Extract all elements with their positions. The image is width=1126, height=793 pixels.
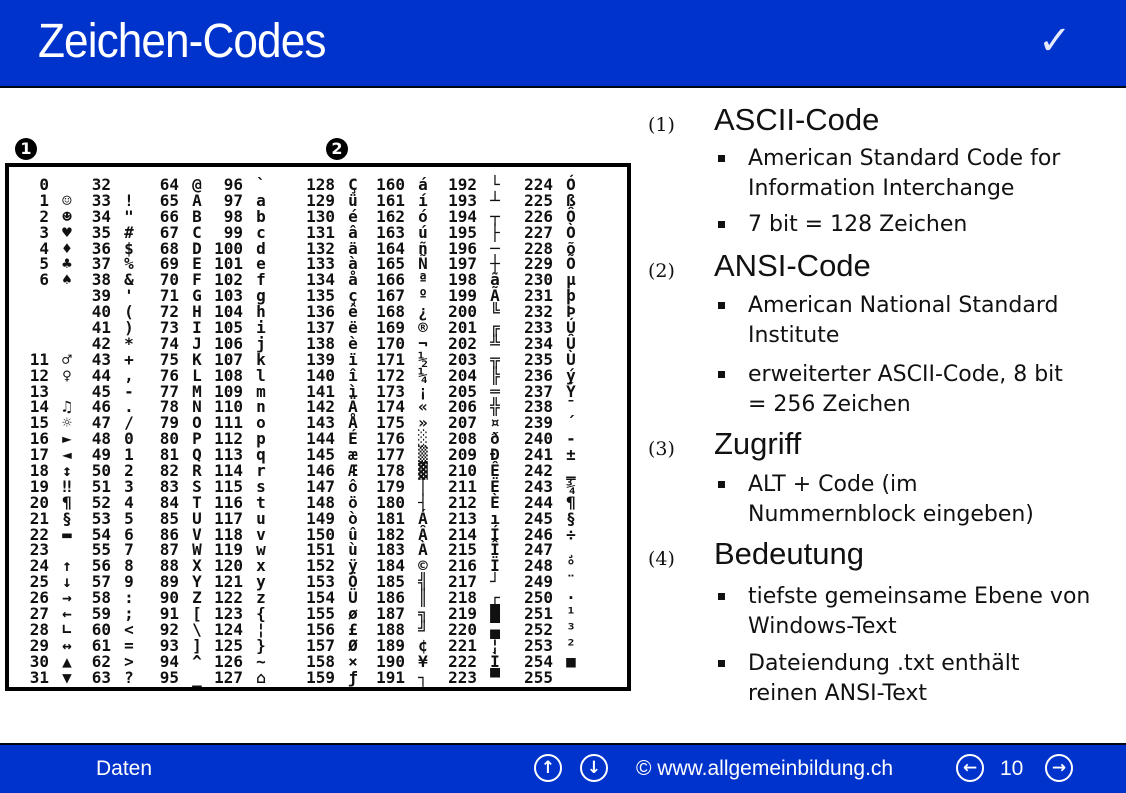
- code-column: 96 ` 97 a 98 b 99 c 100 d 101 e 102 f 103 g 104 h 105 i 106 j…: [203, 177, 273, 686]
- code-column: 192 └ 193 ┴ 194 ┬ 195 ├ 196 ─ 197 ┼ 198 ã 199 Ã 200 ╚ 201 ╔…: [437, 177, 507, 686]
- code-number: [9, 320, 49, 336]
- code-column: 0 1 ☺ 2 ☻ 3 ♥ 4 ♦ 5 ♣ 6 ♠ 11 ♂ 12 ♀ 13 14 ♫ 15 ☼ 16 ► 17 ◄ 18 ↕ 19 ‼ 2…: [9, 177, 79, 686]
- section-heading: ASCII-Code: [714, 102, 880, 137]
- bullet-square-icon: [718, 660, 725, 667]
- code-number: 255: [524, 667, 553, 687]
- code-number: [9, 304, 49, 320]
- section-index: (4): [648, 548, 675, 570]
- code-row: 191 ┐: [365, 667, 435, 687]
- code-row: 223 ▀: [437, 667, 507, 687]
- bullet-square-icon: [718, 371, 725, 378]
- bullet-item: erweiterter ASCII-Code, 8 bit = 256 Zeic…: [718, 360, 1078, 420]
- marker-ascii: 1: [15, 138, 37, 160]
- code-row: [9, 304, 79, 320]
- bullet-text: tiefste gemeinsame Ebene von Windows-Tex…: [748, 584, 1091, 639]
- code-row: 63?: [71, 667, 141, 687]
- bullet-text: erweiterter ASCII-Code, 8 bit = 256 Zeic…: [748, 362, 1063, 417]
- code-character: ?: [124, 667, 134, 687]
- bullet-text: 7 bit = 128 Zeichen: [748, 212, 968, 237]
- bullet-item: American National Standard Institute: [718, 291, 1118, 351]
- code-number: 95: [159, 667, 179, 687]
- code-character: ┐: [418, 667, 428, 687]
- bullet-item: Dateiendung .txt enthält reinen ANSI-Tex…: [718, 649, 1088, 709]
- footer-bar: Daten ↑ ↓ © www.allgemeinbildung.ch ← 10…: [0, 743, 1126, 793]
- code-character: ▀: [490, 667, 500, 687]
- code-row: [9, 320, 79, 336]
- character-code-table: 0 1 ☺ 2 ☻ 3 ♥ 4 ♦ 5 ♣ 6 ♠ 11 ♂ 12 ♀ 13 14 ♫ 15 ☼ 16 ► 17 ◄ 18 ↕ 19 ‼ 2…: [5, 163, 631, 691]
- code-character: ⌂: [256, 667, 266, 687]
- next-page-icon[interactable]: →: [1045, 754, 1073, 782]
- previous-page-icon[interactable]: ←: [956, 754, 984, 782]
- check-icon: ✓: [1038, 18, 1072, 64]
- section-index: (2): [648, 260, 675, 282]
- section-heading: ANSI-Code: [714, 248, 871, 283]
- section-heading: Zugriff: [714, 426, 802, 461]
- code-row: 31 ▼: [9, 667, 79, 687]
- header-bar: Zeichen-Codes ✓: [0, 0, 1126, 88]
- page-number: 10: [1000, 757, 1024, 780]
- bullet-square-icon: [718, 593, 725, 600]
- section-heading: Bedeutung: [714, 536, 864, 571]
- section-index: (1): [648, 114, 675, 136]
- bullet-text: Dateiendung .txt enthält reinen ANSI-Tex…: [748, 651, 1020, 706]
- up-arrow-icon[interactable]: ↑: [534, 754, 562, 782]
- code-number: 127: [214, 667, 243, 687]
- code-row: 6 ♠: [9, 272, 79, 288]
- section-index: (3): [648, 438, 675, 460]
- code-column: 32 33! 34 " 35 #36 $37% 38 & 39 ' 40(41) 42 * 43 +44, 45…: [71, 177, 141, 686]
- code-character: [559, 670, 583, 686]
- bullet-text: American Standard Code for Information I…: [748, 146, 1061, 201]
- code-column: 160 á 161 í 162 ó 163 ú 164 ñ 165 Ñ 166 ª 167 º 168 ¿ 169 ®…: [365, 177, 435, 686]
- code-number: 223: [448, 667, 477, 687]
- code-number: [9, 288, 49, 304]
- bullet-square-icon: [718, 481, 725, 488]
- code-number: 159: [306, 667, 335, 687]
- bullet-square-icon: [718, 302, 725, 309]
- down-arrow-icon[interactable]: ↓: [580, 754, 608, 782]
- code-column: 64 @65 A 66 B 67 C 68 D 69 E 70 F 71 G 72 H 73 I 74 J 75 K 76 L 7…: [139, 177, 209, 686]
- code-character: ■: [566, 651, 576, 671]
- code-number: 63: [91, 667, 111, 687]
- bullet-square-icon: [718, 221, 725, 228]
- code-row: 159 ƒ: [295, 667, 365, 687]
- marker-ansi: 2: [326, 138, 348, 160]
- bullet-text: ALT + Code (im Nummernblock eingeben): [748, 472, 1034, 527]
- code-number: 31: [29, 667, 49, 687]
- bullet-item: 7 bit = 128 Zeichen: [718, 210, 1118, 240]
- code-column: 224 Ó 225 ß 226 Ô 227 Ò 228 õ 229 Õ 230 µ 231 þ 232 Þ 233 Ú…: [513, 177, 583, 686]
- bullet-item: American Standard Code for Information I…: [718, 144, 1118, 204]
- footer-section-link[interactable]: Daten: [96, 757, 152, 781]
- code-character: ƒ: [348, 667, 358, 687]
- code-row: 95 _: [139, 667, 209, 687]
- bullet-text: American National Standard Institute: [748, 293, 1059, 348]
- copyright-link[interactable]: © www.allgemeinbildung.ch: [636, 757, 893, 781]
- page-title: Zeichen-Codes: [38, 15, 326, 68]
- code-row: 255: [513, 667, 583, 687]
- code-row: [9, 288, 79, 304]
- bullet-square-icon: [718, 155, 725, 162]
- code-number: 191: [376, 667, 405, 687]
- bullet-item: tiefste gemeinsame Ebene von Windows-Tex…: [718, 582, 1118, 642]
- code-row: 127 ⌂: [203, 667, 273, 687]
- code-number: 6: [39, 270, 49, 290]
- bullet-item: ALT + Code (im Nummernblock eingeben): [718, 470, 1088, 530]
- code-column: 128 Ç 129 ü 130 é 131 â 132 ä 133 à 134 å 135 ç 136 ê 137 ë…: [295, 177, 365, 686]
